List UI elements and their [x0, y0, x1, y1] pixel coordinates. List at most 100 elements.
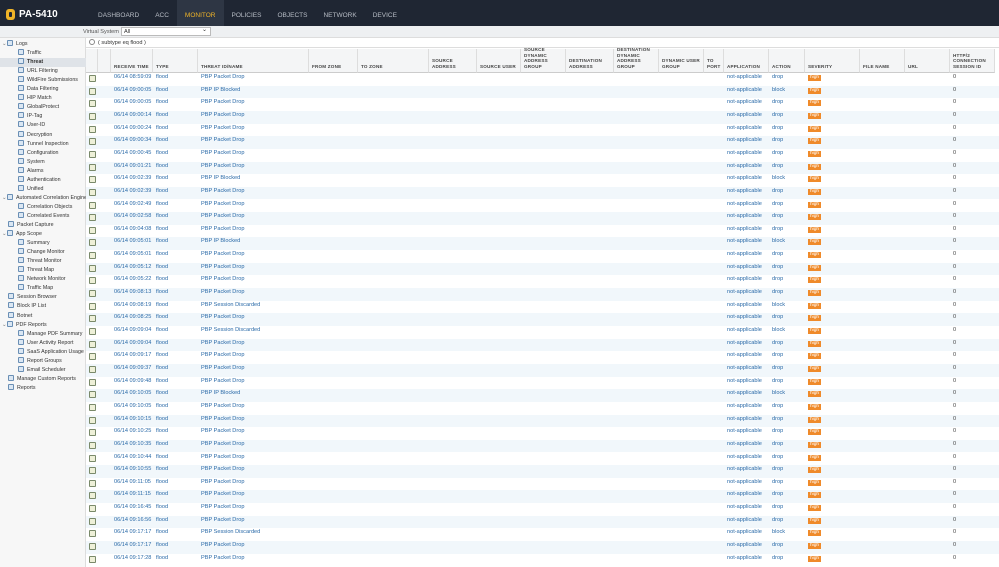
cell-type[interactable]: flood [153, 465, 198, 478]
cell-receive-time[interactable]: 06/14 09:02:58 [111, 212, 153, 225]
cell-threat[interactable]: PBP Packet Drop [198, 212, 309, 225]
cell-threat[interactable]: PBP Packet Drop [198, 364, 309, 377]
sidebar-item-ip-tag[interactable]: IP-Tag [0, 112, 86, 121]
column-header-type[interactable]: TYPE [153, 49, 198, 73]
log-details-icon[interactable] [89, 416, 96, 424]
cell-threat[interactable]: PBP Packet Drop [198, 503, 309, 516]
log-details-icon[interactable] [89, 75, 96, 82]
column-header-action[interactable]: ACTION [769, 49, 805, 73]
sidebar-item-manage-pdf-summary[interactable]: Manage PDF Summary [0, 329, 86, 339]
cell-receive-time[interactable]: 06/14 09:08:19 [111, 301, 153, 314]
cell-type[interactable]: flood [153, 288, 198, 301]
cell-application[interactable]: not-applicable [724, 554, 769, 567]
cell-application[interactable]: not-applicable [724, 389, 769, 402]
sidebar-item-unified[interactable]: Unified [0, 184, 86, 194]
cell-application[interactable]: not-applicable [724, 136, 769, 149]
column-header-file-name[interactable]: FILE NAME [860, 49, 905, 73]
log-details-icon[interactable] [89, 125, 96, 133]
log-details-icon[interactable] [89, 315, 96, 323]
cell-receive-time[interactable]: 06/14 09:02:39 [111, 187, 153, 200]
sidebar-item-threat-monitor[interactable]: Threat Monitor [0, 257, 86, 266]
cell-receive-time[interactable]: 06/14 09:08:25 [111, 313, 153, 326]
table-row[interactable]: 06/14 09:00:05 flood PBP IP Blocked not-app… [86, 85, 999, 99]
cell-receive-time[interactable]: 06/14 09:10:05 [111, 402, 153, 415]
sidebar-item-traffic[interactable]: Traffic [0, 49, 86, 58]
table-row[interactable]: 06/14 09:16:56 flood PBP Packet Drop not-ap… [86, 515, 999, 529]
sidebar-item-user-id[interactable]: User-ID [0, 121, 86, 130]
sidebar-item-traffic-map[interactable]: Traffic Map [0, 284, 86, 293]
cell-receive-time[interactable]: 06/14 09:00:14 [111, 111, 153, 124]
sidebar-item-configuration[interactable]: Configuration [0, 148, 86, 158]
log-details-icon[interactable] [89, 302, 96, 310]
cell-threat[interactable]: PBP Packet Drop [198, 427, 309, 440]
cell-application[interactable]: not-applicable [724, 490, 769, 503]
cell-threat[interactable]: PBP IP Blocked [198, 174, 309, 187]
cell-application[interactable]: not-applicable [724, 453, 769, 466]
table-row[interactable]: 06/14 09:17:28 flood PBP Packet Drop not-ap… [86, 554, 999, 567]
table-row[interactable]: 06/14 09:05:01 flood PBP IP Blocked not-app… [86, 237, 999, 251]
sidebar-item-summary[interactable]: Summary [0, 239, 86, 248]
cell-receive-time[interactable]: 06/14 09:05:01 [111, 237, 153, 250]
sidebar-item-block-ip-list[interactable]: Block IP List [0, 302, 86, 311]
column-header-from-zone[interactable]: FROM ZONE [309, 49, 358, 73]
table-row[interactable]: 06/14 09:08:19 flood PBP Session Discarded… [86, 301, 999, 314]
cell-type[interactable]: flood [153, 73, 198, 86]
cell-threat[interactable]: PBP Packet Drop [198, 490, 309, 503]
column-header-dst-addr[interactable]: DESTINATION ADDRESS [566, 49, 614, 73]
table-row[interactable]: 06/14 09:16:45 flood PBP Packet Drop not-ap… [86, 503, 999, 516]
log-details-icon[interactable] [89, 378, 96, 386]
cell-application[interactable]: not-applicable [724, 124, 769, 137]
table-row[interactable]: 06/14 09:10:35 flood PBP Packet Drop not-ap… [86, 439, 999, 453]
table-row[interactable]: 06/14 09:09:37 flood PBP Packet Drop not-ap… [86, 363, 999, 377]
sidebar-item-network-monitor[interactable]: Network Monitor [0, 275, 86, 284]
cell-application[interactable]: not-applicable [724, 351, 769, 364]
log-details-icon[interactable] [89, 403, 96, 411]
log-details-icon[interactable] [89, 226, 96, 234]
cell-type[interactable]: flood [153, 415, 198, 428]
cell-application[interactable]: not-applicable [724, 212, 769, 225]
log-details-icon[interactable] [89, 555, 96, 563]
cell-threat[interactable]: PBP Packet Drop [198, 541, 309, 554]
cell-type[interactable]: flood [153, 98, 198, 111]
cell-threat[interactable]: PBP Packet Drop [198, 149, 309, 162]
log-details-icon[interactable] [89, 252, 96, 260]
log-details-icon[interactable] [89, 340, 96, 348]
cell-receive-time[interactable]: 06/14 09:05:01 [111, 250, 153, 263]
cell-threat[interactable]: PBP Packet Drop [198, 453, 309, 466]
log-details-icon[interactable] [89, 492, 96, 500]
cell-application[interactable]: not-applicable [724, 250, 769, 263]
table-row[interactable]: 06/14 09:00:14 flood PBP Packet Drop not-ap… [86, 110, 999, 124]
cell-receive-time[interactable]: 06/14 09:00:34 [111, 136, 153, 149]
cell-receive-time[interactable]: 06/14 09:00:45 [111, 149, 153, 162]
cell-receive-time[interactable]: 06/14 09:05:12 [111, 263, 153, 276]
column-header-dug[interactable]: DYNAMIC USER GROUP [659, 49, 704, 73]
table-row[interactable]: 06/14 09:11:15 flood PBP Packet Drop not-ap… [86, 490, 999, 504]
cell-receive-time[interactable]: 06/14 09:09:04 [111, 326, 153, 339]
sidebar-item-correlated-events[interactable]: Correlated Events [0, 211, 86, 221]
cell-threat[interactable]: PBP Session Discarded [198, 326, 309, 339]
table-row[interactable]: 06/14 09:00:05 flood PBP Packet Drop not-ap… [86, 98, 999, 111]
table-row[interactable]: 06/14 09:09:48 flood PBP Packet Drop not-ap… [86, 377, 999, 390]
cell-receive-time[interactable]: 06/14 09:10:25 [111, 427, 153, 440]
cell-application[interactable]: not-applicable [724, 313, 769, 326]
table-row[interactable]: 06/14 09:02:39 flood PBP IP Blocked not-app… [86, 174, 999, 187]
log-details-icon[interactable] [89, 264, 96, 272]
cell-type[interactable]: flood [153, 326, 198, 339]
cell-type[interactable]: flood [153, 528, 198, 541]
cell-type[interactable]: flood [153, 389, 198, 402]
cell-threat[interactable]: PBP Packet Drop [198, 200, 309, 213]
cell-receive-time[interactable]: 06/14 09:11:05 [111, 478, 153, 491]
table-row[interactable]: 06/14 09:17:17 flood PBP Packet Drop not-ap… [86, 541, 999, 554]
cell-application[interactable]: not-applicable [724, 225, 769, 238]
cell-threat[interactable]: PBP Packet Drop [198, 339, 309, 352]
cell-application[interactable]: not-applicable [724, 377, 769, 390]
cell-application[interactable]: not-applicable [724, 187, 769, 200]
sidebar-item-correlation-objects[interactable]: Correlation Objects [0, 202, 86, 212]
cell-threat[interactable]: PBP Packet Drop [198, 162, 309, 175]
cell-type[interactable]: flood [153, 541, 198, 554]
table-row[interactable]: 06/14 09:05:12 flood PBP Packet Drop not-ap… [86, 262, 999, 276]
cell-type[interactable]: flood [153, 275, 198, 288]
cell-type[interactable]: flood [153, 263, 198, 276]
sidebar-item-alarms[interactable]: Alarms [0, 166, 86, 176]
cell-application[interactable]: not-applicable [724, 111, 769, 124]
